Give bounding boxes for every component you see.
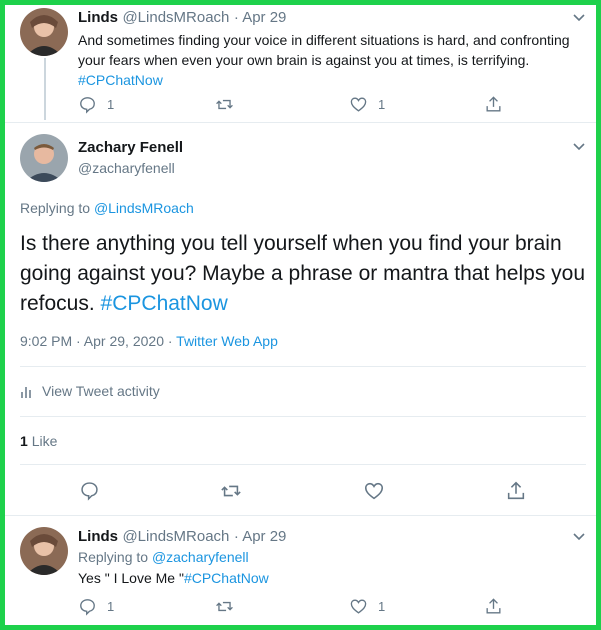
tweet-date[interactable]: · Apr 29 xyxy=(234,9,287,26)
tweet-text: Yes " I Love Me "#CPChatNow xyxy=(78,570,269,586)
tweet-text: And sometimes finding your voice in diff… xyxy=(78,30,583,90)
share-icon[interactable] xyxy=(484,597,503,616)
author-name[interactable]: Linds xyxy=(78,528,118,545)
replying-prefix: Replying to xyxy=(20,200,91,216)
divider xyxy=(5,122,596,123)
replying-to: Replying to @zacharyfenell xyxy=(78,549,249,565)
tweet-date[interactable]: · Apr 29 xyxy=(234,528,287,545)
timestamp[interactable]: 9:02 PM · Apr 29, 2020 · xyxy=(20,333,173,349)
replying-to: Replying to @LindsMRoach xyxy=(20,200,194,216)
replying-to-link[interactable]: @zacharyfenell xyxy=(152,549,249,565)
divider xyxy=(20,366,586,367)
view-activity-link[interactable]: View Tweet activity xyxy=(20,383,160,399)
tweet-body: And sometimes finding your voice in diff… xyxy=(78,32,570,68)
activity-label: View Tweet activity xyxy=(42,383,160,399)
share-icon[interactable] xyxy=(484,95,503,114)
chevron-down-icon[interactable] xyxy=(572,11,586,25)
author-handle[interactable]: @zacharyfenell xyxy=(78,160,175,176)
like-icon[interactable] xyxy=(363,480,385,502)
retweet-icon[interactable] xyxy=(215,597,234,616)
like-icon xyxy=(350,97,367,112)
reply-icon[interactable] xyxy=(79,480,100,501)
share-icon[interactable] xyxy=(505,480,527,502)
reply-count: 1 xyxy=(107,599,115,614)
like-count: 1 xyxy=(378,97,386,112)
like-button[interactable]: 1 xyxy=(349,95,385,114)
hashtag-link[interactable]: #CPChatNow xyxy=(101,292,228,315)
like-label: Like xyxy=(31,433,58,449)
retweet-icon[interactable] xyxy=(220,480,242,502)
like-count: 1 xyxy=(378,599,386,614)
avatar[interactable] xyxy=(20,134,68,182)
author-handle[interactable]: @LindsMRoach xyxy=(122,528,229,545)
retweet-icon[interactable] xyxy=(215,95,234,114)
reply-icon xyxy=(80,97,95,114)
hashtag-link[interactable]: #CPChatNow xyxy=(78,72,163,88)
reply-count: 1 xyxy=(107,97,115,112)
author-handle[interactable]: @LindsMRoach xyxy=(122,9,229,26)
chevron-down-icon[interactable] xyxy=(572,530,586,544)
avatar[interactable] xyxy=(20,527,68,575)
like-button[interactable]: 1 xyxy=(349,597,385,616)
author-name-text: Zachary Fenell xyxy=(78,139,184,156)
chevron-down-icon[interactable] xyxy=(572,140,586,154)
reply-icon xyxy=(80,599,95,616)
divider xyxy=(20,416,586,417)
source-link[interactable]: Twitter Web App xyxy=(176,333,278,349)
hashtag-link[interactable]: #CPChatNow xyxy=(184,570,269,586)
divider xyxy=(20,464,586,465)
tweet-header: Linds @LindsMRoach · Apr 29 xyxy=(78,9,286,27)
avatar[interactable] xyxy=(20,8,68,56)
tweet-header: Linds @LindsMRoach · Apr 29 xyxy=(78,528,286,546)
main-tweet-text: Is there anything you tell yourself when… xyxy=(20,229,590,319)
thread-line xyxy=(44,58,46,120)
like-summary[interactable]: 1 Like xyxy=(20,433,57,449)
tweet-timestamp: 9:02 PM · Apr 29, 2020 · Twitter Web App xyxy=(20,333,278,349)
author-name[interactable]: Zachary Fenell xyxy=(78,139,183,157)
divider xyxy=(5,515,596,516)
replying-to-link[interactable]: @LindsMRoach xyxy=(94,200,194,216)
activity-bars-icon xyxy=(21,387,31,398)
like-total: 1 xyxy=(20,433,28,449)
author-name[interactable]: Linds xyxy=(78,9,118,26)
like-icon xyxy=(350,599,367,614)
reply-button[interactable]: 1 xyxy=(78,95,114,114)
tweet-body: Yes " I Love Me " xyxy=(78,570,184,586)
reply-button[interactable]: 1 xyxy=(78,597,114,616)
replying-prefix: Replying to xyxy=(78,549,149,565)
